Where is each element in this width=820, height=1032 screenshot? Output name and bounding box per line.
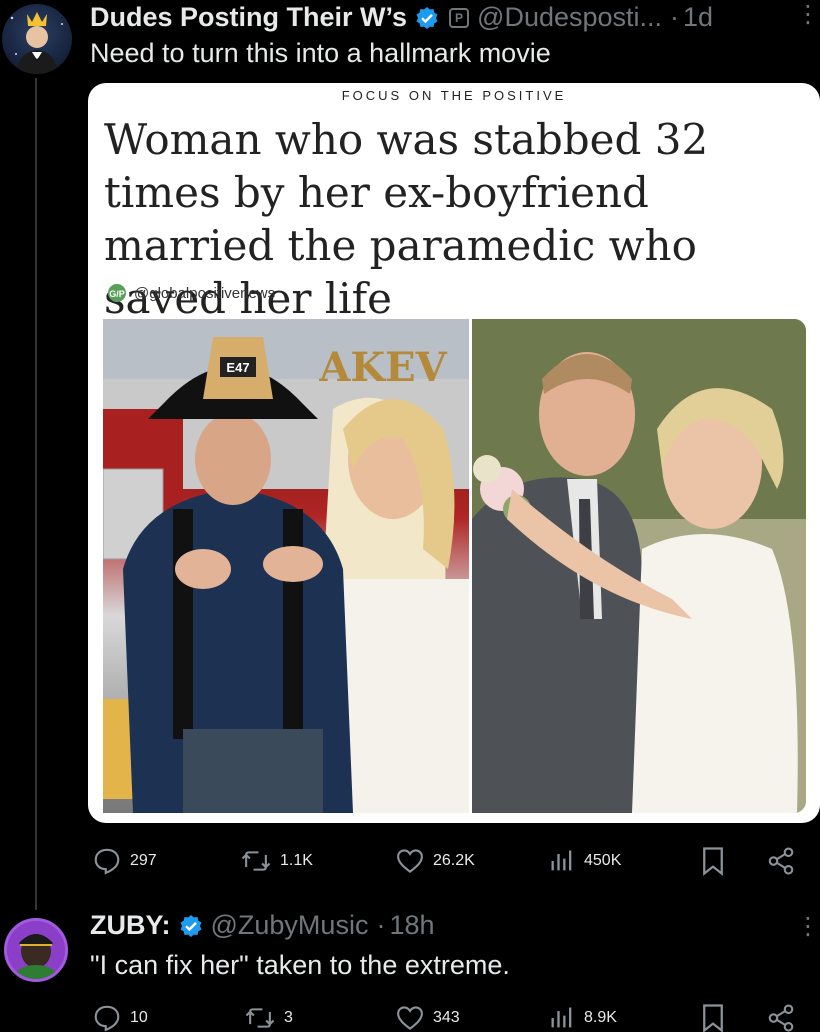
share-button[interactable] xyxy=(766,1003,804,1032)
repost-button[interactable]: 3 xyxy=(244,1003,293,1032)
heart-icon xyxy=(397,849,423,873)
like-count: 26.2K xyxy=(433,852,475,869)
views-count: 8.9K xyxy=(584,1009,617,1026)
heart-icon xyxy=(397,1006,423,1030)
reply-count: 10 xyxy=(130,1009,148,1026)
views-icon xyxy=(551,1007,572,1028)
share-icon xyxy=(768,847,794,875)
repost-count: 1.1K xyxy=(280,852,313,869)
reply-icon xyxy=(94,848,120,875)
repost-count: 3 xyxy=(284,1009,293,1026)
tweet-header: Dudes Posting Their W’s P @Dudesposti...… xyxy=(90,2,713,33)
share-button[interactable] xyxy=(766,846,804,876)
like-button[interactable]: 26.2K xyxy=(395,846,475,876)
affiliate-badge-icon: P xyxy=(449,7,470,28)
reply-button[interactable]: 10 xyxy=(92,1003,148,1032)
handle[interactable]: @ZubyMusic xyxy=(211,910,369,941)
display-name[interactable]: Dudes Posting Their W’s xyxy=(90,2,407,33)
source-handle: @globalpositivenews xyxy=(134,284,276,302)
verified-badge-icon xyxy=(179,914,203,938)
helmet-number: E47 xyxy=(226,360,249,375)
reply-button[interactable]: 297 xyxy=(92,846,157,876)
repost-icon xyxy=(241,851,271,871)
tweet-text: Need to turn this into a hallmark movie xyxy=(90,38,551,68)
avatar[interactable] xyxy=(4,918,68,982)
tweet-header: ZUBY: @ZubyMusic · 18h xyxy=(90,910,435,941)
card-source: G/P @globalpositivenews xyxy=(106,283,275,303)
more-options-icon[interactable]: ⋮ xyxy=(796,912,820,941)
views-icon xyxy=(551,850,572,871)
views-count: 450K xyxy=(584,852,622,869)
thread-line xyxy=(35,78,37,910)
views-button[interactable]: 450K xyxy=(548,846,621,876)
tweet-text: "I can fix her" taken to the extreme. xyxy=(90,950,510,980)
globe-logo-icon: G/P xyxy=(106,283,128,303)
wedding-photo xyxy=(472,319,806,813)
reply-count: 297 xyxy=(130,852,157,869)
like-button[interactable]: 343 xyxy=(395,1003,460,1032)
more-options-icon[interactable]: ⋮ xyxy=(796,0,820,29)
bookmark-button[interactable] xyxy=(700,846,734,876)
share-icon xyxy=(768,1004,794,1032)
bookmark-icon xyxy=(703,1004,723,1032)
views-button[interactable]: 8.9K xyxy=(548,1003,617,1032)
bookmark-icon xyxy=(703,847,723,876)
repost-button[interactable]: 1.1K xyxy=(240,846,313,876)
handle[interactable]: @Dudesposti... xyxy=(477,2,662,33)
media-card[interactable]: FOCUS ON THE POSITIVE Woman who was stab… xyxy=(88,83,820,823)
verified-badge-icon xyxy=(415,6,439,30)
reply-icon xyxy=(94,1005,120,1032)
bookmark-button[interactable] xyxy=(700,1003,734,1032)
display-name[interactable]: ZUBY: xyxy=(90,910,171,941)
like-count: 343 xyxy=(433,1009,460,1026)
svg-text:G/P: G/P xyxy=(109,289,125,299)
separator: · xyxy=(670,2,680,32)
timestamp[interactable]: 1d xyxy=(683,2,713,33)
firefighter-photo: AKEV E47 xyxy=(103,319,469,813)
avatar[interactable] xyxy=(2,4,72,74)
repost-icon xyxy=(245,1008,275,1028)
separator: · xyxy=(376,910,386,940)
truck-lettering: AKEV xyxy=(318,344,447,391)
card-kicker: FOCUS ON THE POSITIVE xyxy=(341,88,567,103)
timestamp[interactable]: 18h xyxy=(389,910,434,941)
